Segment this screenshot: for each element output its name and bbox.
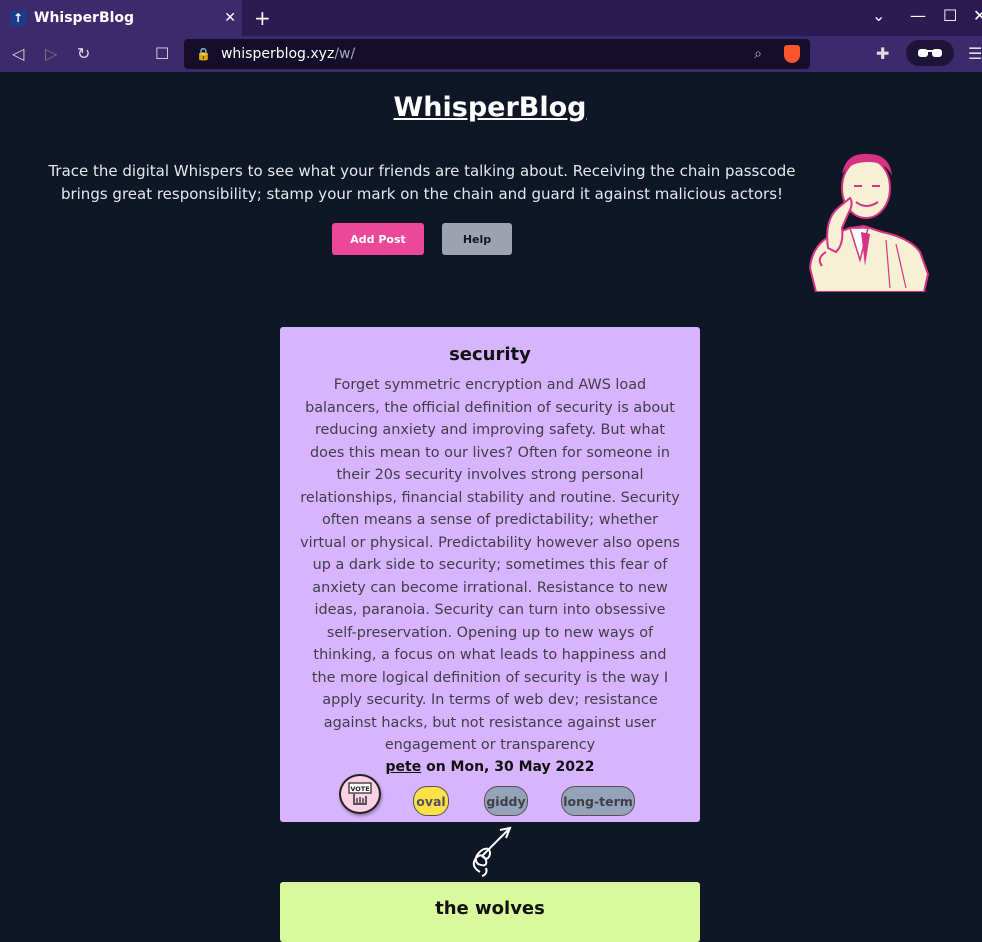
maximize-icon[interactable]: ☐ (943, 6, 957, 25)
bookmark-icon[interactable]: ☐ (155, 44, 169, 63)
intro-text: Trace the digital Whispers to see what y… (48, 162, 796, 203)
browser-tab[interactable]: ↑ WhisperBlog ✕ (0, 0, 242, 36)
new-tab-icon[interactable]: + (254, 6, 271, 30)
post-card: security Forget symmetric encryption and… (280, 327, 700, 822)
menu-icon[interactable]: ☰ (968, 44, 982, 63)
extensions-icon[interactable]: ✚ (876, 44, 889, 63)
browser-toolbar: ◁ ▷ ↻ ☐ 🔒 whisperblog.xyz/w/ ⌕ ✚ ☰ (0, 36, 982, 72)
favicon-icon: ↑ (10, 10, 26, 26)
add-post-button[interactable]: Add Post (332, 223, 424, 255)
post-meta: pete on Mon, 30 May 2022 (280, 759, 700, 775)
back-icon[interactable]: ◁ (12, 44, 24, 63)
author-link[interactable]: pete (385, 759, 421, 775)
post-date: on Mon, 30 May 2022 (421, 758, 595, 775)
minimize-icon[interactable]: — (910, 6, 926, 25)
brave-shield-icon[interactable] (784, 45, 800, 63)
close-window-icon[interactable]: ✕ (973, 6, 982, 25)
tag-chip[interactable]: long-term (561, 786, 635, 816)
tag-chip[interactable]: oval (413, 786, 449, 816)
close-tab-icon[interactable]: ✕ (224, 10, 236, 26)
profile-glasses-icon[interactable] (906, 40, 954, 66)
lock-icon: 🔒 (196, 47, 211, 61)
post-card: the wolves (280, 882, 700, 942)
tab-list-chevron-icon[interactable]: ⌄ (872, 6, 885, 25)
tag-chip[interactable]: giddy (484, 786, 528, 816)
forward-icon[interactable]: ▷ (45, 44, 57, 63)
url-path: /w/ (334, 46, 356, 62)
post-title: the wolves (435, 898, 545, 919)
url-host: whisperblog.xyz (220, 46, 335, 62)
site-title[interactable]: WhisperBlog (0, 92, 980, 123)
vote-button[interactable]: VOTE (339, 774, 381, 814)
vote-label: VOTE (350, 785, 369, 793)
post-title: security (449, 344, 531, 365)
address-bar[interactable]: 🔒 whisperblog.xyz/w/ ⌕ (184, 39, 810, 69)
whispering-man-illustration (808, 153, 930, 292)
browser-tab-bar: ↑ WhisperBlog ✕ + ⌄ — ☐ ✕ (0, 0, 982, 36)
tab-title: WhisperBlog (34, 10, 135, 26)
post-body: Forget symmetric encryption and AWS load… (300, 377, 680, 753)
zoom-icon[interactable]: ⌕ (754, 46, 762, 62)
chain-connector-icon (472, 826, 512, 877)
reload-icon[interactable]: ↻ (77, 44, 90, 63)
help-button[interactable]: Help (442, 223, 512, 255)
